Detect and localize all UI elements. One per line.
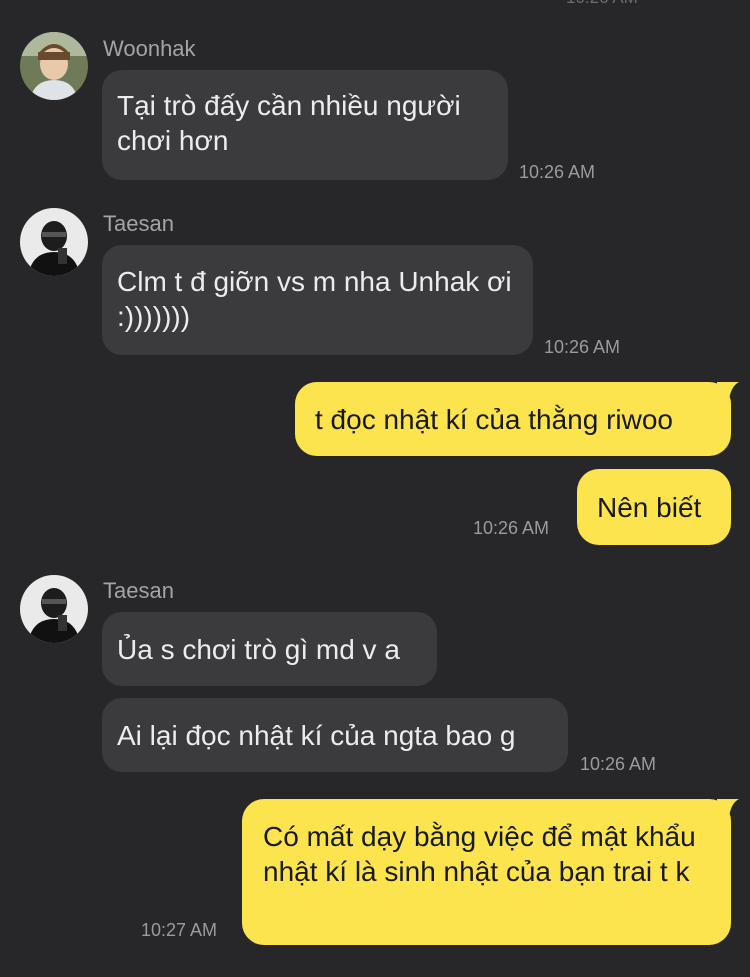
bubble-tail-icon — [717, 799, 739, 817]
message-timestamp: 10:26 AM — [473, 518, 550, 538]
message-bubble[interactable]: Tại trò đấy cần nhiều người chơi hơn — [102, 70, 508, 180]
message-text: Ai lại đọc nhật kí của ngta bao g — [117, 720, 516, 751]
message-bubble[interactable]: Ủa s chơi trò gì md v a — [102, 612, 437, 686]
message-timestamp: 10:27 AM — [141, 920, 218, 940]
sender-name: Taesan — [103, 578, 174, 603]
message-bubble[interactable]: Ai lại đọc nhật kí của ngta bao g — [102, 698, 568, 772]
sender-name: Taesan — [103, 211, 174, 236]
sender-name: Woonhak — [103, 36, 196, 61]
message-timestamp: 10:26 AM — [519, 162, 596, 182]
bubble-tail-icon — [717, 382, 739, 400]
message-text: t đọc nhật kí của thằng riwoo — [315, 404, 673, 435]
message-bubble[interactable]: t đọc nhật kí của thằng riwoo — [295, 382, 739, 456]
top-timestamp: 10:26 AM — [566, 0, 638, 8]
message-timestamp: 10:26 AM — [544, 337, 621, 357]
message-bubble[interactable]: Nên biết — [577, 469, 731, 545]
message-text: Nên biết — [597, 492, 702, 523]
taesan-avatar[interactable] — [20, 575, 88, 643]
taesan-avatar[interactable] — [20, 208, 88, 276]
message-timestamp: 10:26 AM — [580, 754, 657, 774]
message-text: Có mất dạy bằng việc để mật khẩu nhật kí… — [263, 821, 696, 887]
message-bubble[interactable]: Có mất dạy bằng việc để mật khẩu nhật kí… — [242, 799, 739, 945]
message-text: Ủa s chơi trò gì md v a — [117, 634, 400, 665]
message-text: Clm t đ giỡn vs m nha Unhak ơi :))))))) — [117, 266, 512, 332]
woonhak-avatar[interactable] — [20, 32, 88, 100]
message-text: Tại trò đấy cần nhiều người chơi hơn — [117, 90, 461, 156]
message-bubble[interactable]: Clm t đ giỡn vs m nha Unhak ơi :))))))) — [102, 245, 533, 355]
